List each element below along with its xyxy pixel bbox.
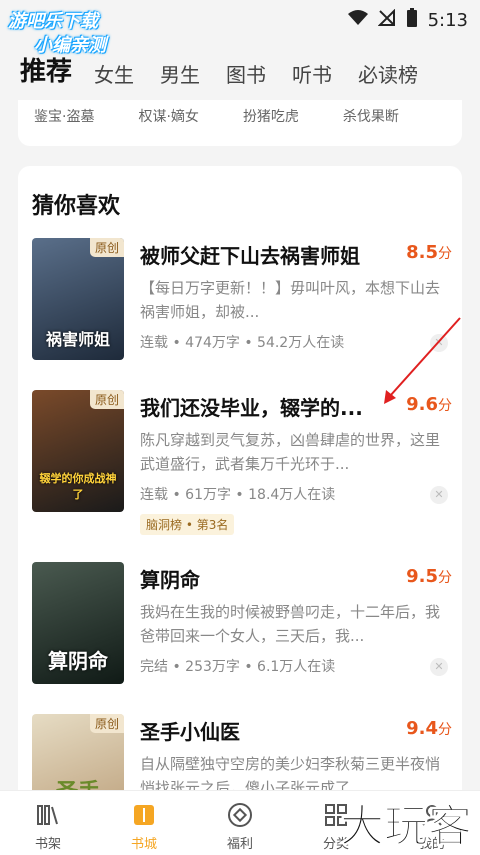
original-badge: 原创: [89, 714, 124, 733]
annotation-arrow-icon: [384, 317, 461, 404]
book-title[interactable]: 圣手小仙医: [140, 716, 240, 745]
tag-item[interactable]: 扮猪吃虎: [243, 106, 299, 126]
cover-title: 辍学的你成战神了: [39, 472, 117, 501]
book-score: 9.4分: [406, 718, 452, 739]
nav-bookstore[interactable]: 书城: [96, 791, 192, 855]
watermark-top: 游吧乐下载 小编亲测: [8, 11, 106, 56]
status-time: 5:13: [427, 10, 468, 31]
no-signal-icon: [377, 8, 396, 32]
book-meta: 连载 • 61万字 • 18.4万人在读: [140, 487, 336, 503]
tab-must-read[interactable]: 必读榜: [358, 59, 418, 98]
tab-recommend[interactable]: 推荐: [20, 51, 72, 98]
close-icon[interactable]: ✕: [430, 486, 448, 504]
nav-welfare[interactable]: 福利: [192, 791, 288, 855]
book-desc: 我妈在生我的时候被野兽叼走，十二年后，我爸带回来一个女人，三天后，我...: [140, 603, 441, 645]
close-icon[interactable]: ✕: [430, 658, 448, 676]
tab-female[interactable]: 女生: [94, 59, 134, 98]
status-icons: 5:13: [347, 8, 468, 33]
nav-bookshelf[interactable]: 书架: [0, 791, 96, 855]
wifi-icon: [347, 10, 368, 31]
tab-books[interactable]: 图书: [226, 59, 266, 98]
guess-you-like-card: 猜你喜欢 原创 祸害师姐 被师父赶下山去祸害师姐 8.5分 【每日万字更新！！】…: [18, 166, 462, 806]
tab-male[interactable]: 男生: [160, 59, 200, 98]
cover-title: 算阴命: [48, 649, 108, 673]
tag-item[interactable]: 鉴宝·盗墓: [34, 106, 94, 126]
book-score: 9.5分: [406, 566, 452, 587]
book-title[interactable]: 算阴命: [140, 564, 200, 593]
tag-item[interactable]: 杀伐果断: [343, 106, 399, 126]
tag-card: 鉴宝·盗墓 权谋·嫡女 扮猪吃虎 杀伐果断: [18, 100, 462, 146]
gift-icon: [192, 801, 288, 829]
tab-audio[interactable]: 听书: [292, 59, 332, 98]
bookshelf-icon: [0, 801, 96, 829]
rank-badge[interactable]: 脑洞榜 • 第3名: [140, 514, 235, 535]
watermark-bottom: 大玩客: [340, 801, 473, 853]
book-item[interactable]: 算阴命 算阴命 9.5分 我妈在生我的时候被野兽叼走，十二年后，我爸带回来一个女…: [32, 562, 452, 712]
book-desc: 陈凡穿越到灵气复苏，凶兽肆虐的世界，这里武道盛行，武者集万千光环于...: [140, 431, 441, 473]
battery-icon: [406, 8, 418, 33]
book-cover[interactable]: 算阴命: [32, 562, 124, 684]
tag-item[interactable]: 权谋·嫡女: [138, 106, 198, 126]
bookstore-icon: [96, 801, 192, 829]
book-meta: 完结 • 253万字 • 6.1万人在读: [140, 659, 336, 675]
